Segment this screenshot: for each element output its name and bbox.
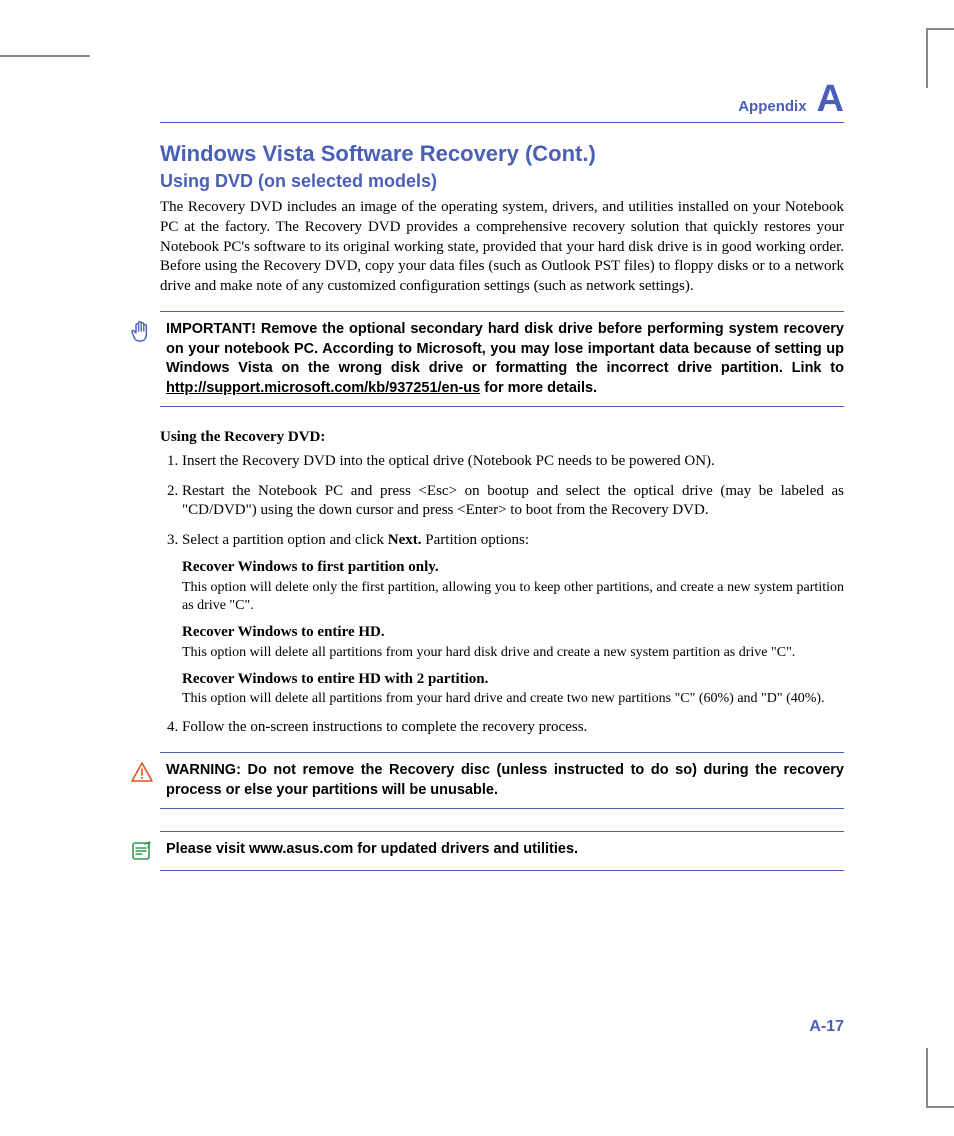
- important-suffix: for more details.: [480, 380, 597, 396]
- steps-list: Insert the Recovery DVD into the optical…: [160, 452, 844, 738]
- partition-option-3: Recover Windows to entire HD with 2 part…: [182, 670, 844, 709]
- crop-mark-left: [0, 55, 90, 57]
- step-3: Select a partition option and click Next…: [182, 531, 844, 709]
- chapter-label: Appendix: [738, 98, 806, 115]
- option-3-desc: This option will delete all partitions f…: [182, 690, 844, 708]
- crop-mark-top-right: [926, 28, 954, 88]
- page-title: Windows Vista Software Recovery (Cont.): [160, 141, 844, 167]
- step-2-text: Restart the Notebook PC and press <Esc> …: [182, 483, 844, 519]
- crop-mark-bottom-right: [926, 1048, 954, 1108]
- content-area: Appendix A Windows Vista Software Recove…: [0, 0, 954, 933]
- note-text: Please visit www.asus.com for updated dr…: [166, 840, 578, 860]
- chapter-letter: A: [817, 80, 844, 118]
- important-text: IMPORTANT! Remove the optional secondary…: [166, 320, 844, 398]
- option-1-desc: This option will delete only the first p…: [182, 579, 844, 615]
- important-link[interactable]: http://support.microsoft.com/kb/937251/e…: [166, 380, 480, 396]
- option-2-title: Recover Windows to entire HD.: [182, 623, 844, 643]
- step-1-text: Insert the Recovery DVD into the optical…: [182, 453, 715, 469]
- note-icon: [128, 840, 156, 862]
- page: Appendix A Windows Vista Software Recove…: [0, 0, 954, 1136]
- step-4: Follow the on-screen instructions to com…: [182, 718, 844, 738]
- option-2-desc: This option will delete all partitions f…: [182, 644, 844, 662]
- note-callout: Please visit www.asus.com for updated dr…: [160, 831, 844, 871]
- partition-option-2: Recover Windows to entire HD. This optio…: [182, 623, 844, 662]
- step-3-suffix: Partition options:: [422, 532, 530, 548]
- partition-option-1: Recover Windows to first partition only.…: [182, 558, 844, 615]
- page-subtitle: Using DVD (on selected models): [160, 171, 844, 192]
- important-prefix: IMPORTANT! Remove the optional secondary…: [166, 321, 844, 376]
- warning-text: WARNING: Do not remove the Recovery disc…: [166, 761, 844, 800]
- step-1: Insert the Recovery DVD into the optical…: [182, 452, 844, 472]
- steps-heading: Using the Recovery DVD:: [160, 429, 844, 446]
- page-number: A-17: [809, 1018, 844, 1036]
- intro-paragraph: The Recovery DVD includes an image of th…: [160, 198, 844, 297]
- step-4-text: Follow the on-screen instructions to com…: [182, 719, 587, 735]
- hand-icon: [128, 320, 156, 348]
- step-3-bold: Next.: [388, 532, 422, 548]
- step-3-prefix: Select a partition option and click: [182, 532, 388, 548]
- chapter-header: Appendix A: [160, 80, 844, 123]
- option-1-title: Recover Windows to first partition only.: [182, 558, 844, 578]
- warning-triangle-icon: [128, 761, 156, 783]
- option-3-title: Recover Windows to entire HD with 2 part…: [182, 670, 844, 690]
- important-callout: IMPORTANT! Remove the optional secondary…: [160, 311, 844, 407]
- step-2: Restart the Notebook PC and press <Esc> …: [182, 482, 844, 521]
- warning-callout: WARNING: Do not remove the Recovery disc…: [160, 752, 844, 809]
